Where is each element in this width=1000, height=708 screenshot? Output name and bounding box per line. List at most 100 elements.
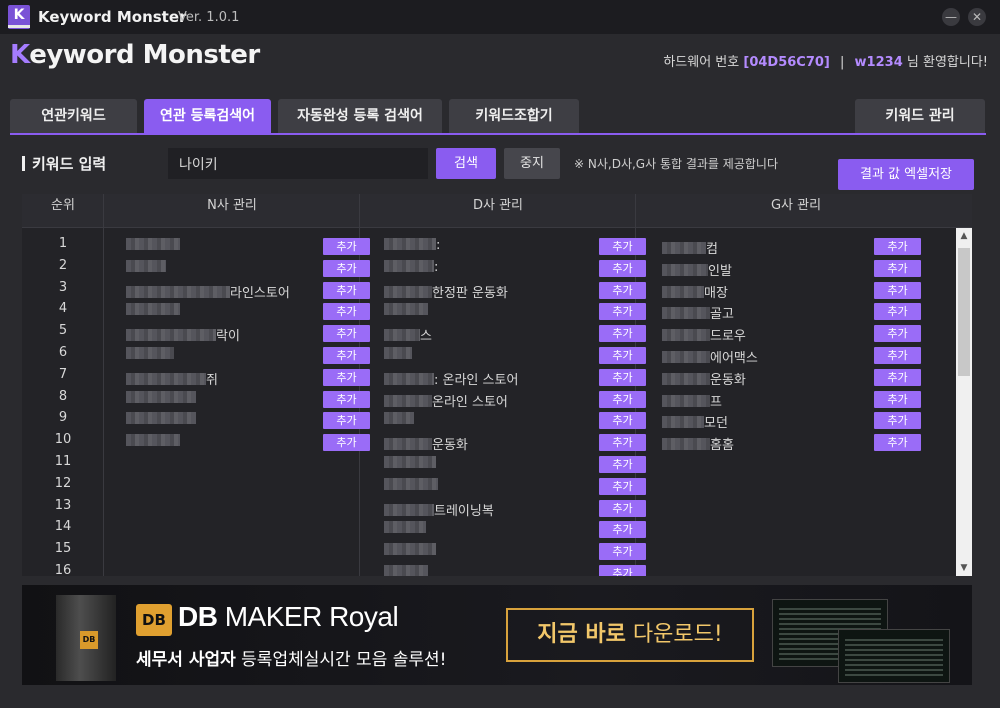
scroll-down-arrow-icon[interactable]: ▼ xyxy=(956,560,972,576)
keyword-input[interactable] xyxy=(168,148,428,179)
keyword-row: 드로우 추가 xyxy=(662,323,921,345)
keyword-row: 추가 xyxy=(126,389,370,411)
tab-autocomplete-search[interactable]: 자동완성 등록 검색어 xyxy=(278,99,442,134)
add-keyword-button[interactable]: 추가 xyxy=(874,434,921,452)
add-keyword-button[interactable]: 추가 xyxy=(599,368,646,386)
stop-button[interactable]: 중지 xyxy=(504,148,560,179)
keyword-cell: 골고 xyxy=(662,303,734,322)
version-label: Ver. 1.0.1 xyxy=(178,10,240,25)
add-keyword-button[interactable]: 추가 xyxy=(599,499,646,517)
add-keyword-button[interactable]: 추가 xyxy=(599,281,646,299)
keyword-row: 추가 xyxy=(126,410,370,432)
advertisement-banner[interactable]: DB DB DB MAKER Royal 세무서 사업자 등록업체실시간 모음 … xyxy=(22,585,972,685)
keyword-row: 모던 추가 xyxy=(662,410,921,432)
add-keyword-button[interactable]: 추가 xyxy=(874,412,921,430)
welcome-suffix: 님 환영합니다! xyxy=(906,55,988,70)
keyword-cell: 트레이닝복 xyxy=(384,500,494,519)
search-button[interactable]: 검색 xyxy=(436,148,496,179)
minimize-button[interactable]: — xyxy=(942,8,960,26)
rank-cell: 3 xyxy=(58,279,68,295)
redacted-text xyxy=(384,412,414,425)
keyword-row: 추가 xyxy=(384,454,646,476)
tab-related-registered-search[interactable]: 연관 등록검색어 xyxy=(144,99,271,134)
tab-keyword-management[interactable]: 키워드 관리 xyxy=(855,99,985,134)
add-keyword-button[interactable]: 추가 xyxy=(323,325,370,343)
keyword-row: 쥐 추가 xyxy=(126,367,370,389)
add-keyword-button[interactable]: 추가 xyxy=(599,238,646,255)
add-keyword-button[interactable]: 추가 xyxy=(599,477,646,495)
hardware-label: 하드웨어 번호 xyxy=(663,55,740,70)
keyword-visible-text: 홈홈 xyxy=(710,438,734,454)
keyword-row: 추가 xyxy=(384,519,646,541)
add-keyword-button[interactable]: 추가 xyxy=(323,434,370,452)
table-header: 순위 N사 관리 D사 관리 G사 관리 xyxy=(22,194,972,228)
add-keyword-button[interactable]: 추가 xyxy=(874,281,921,299)
add-keyword-button[interactable]: 추가 xyxy=(599,455,646,473)
add-keyword-button[interactable]: 추가 xyxy=(874,259,921,277)
add-keyword-button[interactable]: 추가 xyxy=(599,390,646,408)
add-keyword-button[interactable]: 추가 xyxy=(599,303,646,321)
keyword-cell: 라인스토어 xyxy=(126,282,290,301)
hardware-id: [04D56C70] xyxy=(743,55,830,70)
tab-related-keywords[interactable]: 연관키워드 xyxy=(10,99,137,134)
keyword-cell: 인발 xyxy=(662,260,732,279)
excel-save-button[interactable]: 결과 값 엑셀저장 xyxy=(838,159,974,190)
window-title: Keyword Monster xyxy=(38,8,187,26)
add-keyword-button[interactable]: 추가 xyxy=(599,325,646,343)
header-rank: 순위 xyxy=(51,198,75,213)
add-keyword-button[interactable]: 추가 xyxy=(599,259,646,277)
g-company-column: 컴 추가 인발 추가 매장 추가 골고 추가 드로우 추가 에어맥스 추가 운동화 추가 프 추가 모던 추가 홈홈… xyxy=(662,236,921,454)
add-keyword-button[interactable]: 추가 xyxy=(874,238,921,255)
keyword-row: 추가 xyxy=(384,563,646,576)
banner-title-rest: MAKER Royal xyxy=(217,601,399,632)
keyword-cell: 홈홈 xyxy=(662,434,734,454)
keyword-row: 운동화 추가 xyxy=(662,367,921,389)
add-keyword-button[interactable]: 추가 xyxy=(599,412,646,430)
keyword-visible-text: 운동화 xyxy=(432,438,468,454)
keyword-input-label: 키워드 입력 xyxy=(22,153,106,174)
add-keyword-button[interactable]: 추가 xyxy=(323,390,370,408)
rank-cell: 4 xyxy=(58,301,68,317)
redacted-text xyxy=(662,329,710,342)
add-keyword-button[interactable]: 추가 xyxy=(874,325,921,343)
add-keyword-button[interactable]: 추가 xyxy=(323,281,370,299)
redacted-text xyxy=(662,416,704,429)
add-keyword-button[interactable]: 추가 xyxy=(874,303,921,321)
n-company-column: 추가 추가 라인스토어 추가 추가 락이 추가 추가 쥐 추가 추가 추가 추가 xyxy=(126,236,370,454)
keyword-visible-text: 운동화 xyxy=(710,372,746,388)
add-keyword-button[interactable]: 추가 xyxy=(599,543,646,561)
add-keyword-button[interactable]: 추가 xyxy=(874,390,921,408)
vertical-scrollbar[interactable]: ▲ ▼ xyxy=(956,228,972,576)
redacted-text xyxy=(384,477,438,490)
keyword-row: 에어맥스 추가 xyxy=(662,345,921,367)
keyword-visible-text: 한정판 운동화 xyxy=(432,285,508,301)
tab-keyword-combiner[interactable]: 키워드조합기 xyxy=(449,99,579,134)
add-keyword-button[interactable]: 추가 xyxy=(874,368,921,386)
add-keyword-button[interactable]: 추가 xyxy=(323,259,370,277)
banner-title-bold: DB xyxy=(178,601,218,632)
add-keyword-button[interactable]: 추가 xyxy=(599,346,646,364)
add-keyword-button[interactable]: 추가 xyxy=(874,346,921,364)
keyword-cell xyxy=(384,412,414,430)
scroll-thumb[interactable] xyxy=(958,248,970,376)
download-now-button[interactable]: 지금 바로 다운로드! xyxy=(506,608,754,662)
add-keyword-button[interactable]: 추가 xyxy=(323,303,370,321)
add-keyword-button[interactable]: 추가 xyxy=(323,346,370,364)
keyword-cell xyxy=(384,477,438,496)
redacted-text xyxy=(384,438,432,451)
keyword-cell xyxy=(384,564,428,576)
add-keyword-button[interactable]: 추가 xyxy=(599,521,646,539)
redacted-text xyxy=(384,238,436,250)
add-keyword-button[interactable]: 추가 xyxy=(323,238,370,255)
keyword-row: : 추가 xyxy=(384,258,646,280)
add-keyword-button[interactable]: 추가 xyxy=(323,412,370,430)
add-keyword-button[interactable]: 추가 xyxy=(599,434,646,452)
keyword-row: 홈홈 추가 xyxy=(662,432,921,454)
close-button[interactable]: ✕ xyxy=(968,8,986,26)
scroll-up-arrow-icon[interactable]: ▲ xyxy=(956,228,972,244)
add-keyword-button[interactable]: 추가 xyxy=(323,368,370,386)
redacted-text xyxy=(662,438,710,451)
rank-column: 1 2 3 4 5 6 7 8 9 10 11 12 13 14 15 16 xyxy=(22,236,104,576)
add-keyword-button[interactable]: 추가 xyxy=(599,564,646,576)
keyword-visible-text: 라인스토어 xyxy=(230,285,290,301)
